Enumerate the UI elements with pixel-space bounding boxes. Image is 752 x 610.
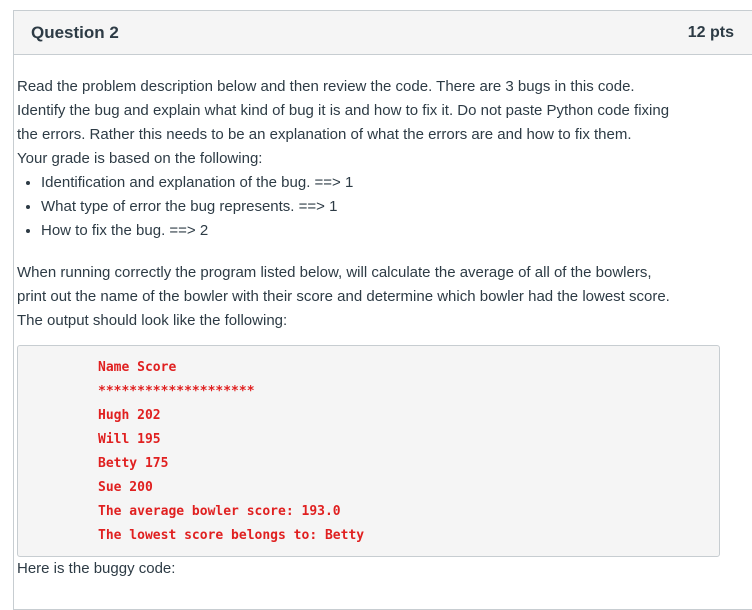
output-average-line: The average bowler score: 193.0	[98, 504, 341, 519]
buggy-code-label: Here is the buggy code:	[17, 560, 176, 577]
criteria-item: Identification and explanation of the bu…	[41, 171, 729, 195]
intro-line-1: Read the problem description below and t…	[17, 78, 635, 95]
question-header: Question 2 12 pts	[14, 11, 752, 55]
output-line: Sue 200	[98, 480, 153, 495]
output-line: Will 195	[98, 432, 161, 447]
description-line-2: print out the name of the bowler with th…	[17, 288, 670, 305]
output-lowest-line: The lowest score belongs to: Betty	[98, 528, 365, 543]
criteria-item: What type of error the bug represents. =…	[41, 195, 729, 219]
intro-line-3: the errors. Rather this needs to be an e…	[17, 126, 632, 143]
question-title: Question 2	[31, 22, 119, 42]
description-line-3: The output should look like the followin…	[17, 312, 288, 329]
question-body: Read the problem description below and t…	[17, 75, 729, 581]
intro-line-2: Identify the bug and explain what kind o…	[17, 102, 670, 119]
criteria-item: How to fix the bug. ==> 2	[41, 219, 729, 243]
output-line: Hugh 202	[98, 408, 161, 423]
description-line-1: When running correctly the program liste…	[17, 264, 652, 281]
sample-output-block: Name Score ******************** Hugh 202…	[17, 345, 720, 557]
grade-line: Your grade is based on the following:	[17, 150, 263, 167]
question-points: 12 pts	[687, 23, 734, 41]
output-separator-line: ********************	[98, 384, 255, 399]
output-header-line: Name Score	[98, 360, 177, 375]
output-line: Betty 175	[98, 456, 169, 471]
criteria-list: Identification and explanation of the bu…	[17, 171, 729, 243]
